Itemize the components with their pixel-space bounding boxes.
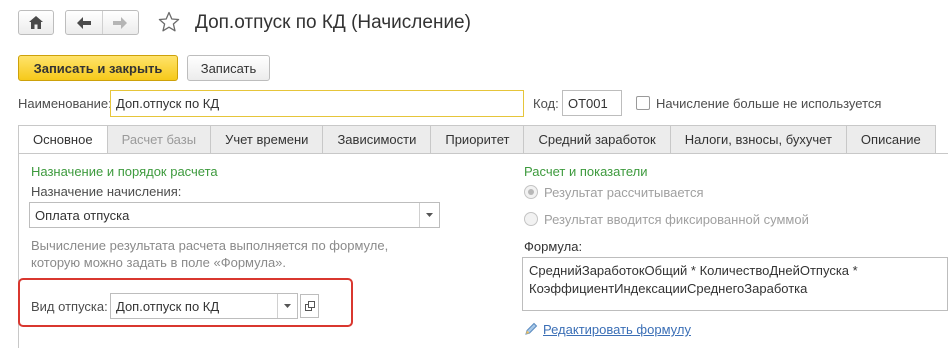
edit-formula-link[interactable]: Редактировать формулу (543, 322, 691, 337)
formula-line2: КоэффициентИндексацииСреднегоЗаработка (529, 281, 808, 296)
chevron-down-icon (426, 213, 433, 217)
vacation-type-label: Вид отпуска: (31, 299, 108, 314)
formula-note-line1: Вычисление результата расчета выполняетс… (31, 238, 389, 253)
vacation-type-select[interactable]: Доп.отпуск по КД (110, 293, 298, 319)
formula-line1: СреднийЗаработокОбщий * КоличествоДнейОт… (529, 263, 858, 278)
purpose-section-title: Назначение и порядок расчета (31, 164, 218, 179)
chevron-down-icon (284, 304, 291, 308)
tab-dependencies[interactable]: Зависимости (323, 125, 432, 154)
tab-bar: Основное Расчет базы Учет времени Зависи… (18, 125, 936, 154)
save-and-close-button[interactable]: Записать и закрыть (18, 55, 178, 81)
page-title: Доп.отпуск по КД (Начисление) (195, 12, 471, 33)
open-window-icon (304, 301, 315, 311)
formula-field[interactable]: СреднийЗаработокОбщий * КоличествоДнейОт… (522, 257, 948, 311)
favorite-button[interactable] (158, 11, 182, 35)
tab-main[interactable]: Основное (18, 125, 108, 154)
purpose-label: Назначение начисления: (31, 184, 182, 199)
purpose-select[interactable]: Оплата отпуска (29, 202, 440, 228)
code-label: Код: (533, 96, 559, 111)
calculation-section-title: Расчет и показатели (524, 164, 648, 179)
tab-base-calculation[interactable]: Расчет базы (107, 125, 212, 154)
tab-taxes-accounting[interactable]: Налоги, взносы, бухучет (670, 125, 847, 154)
formula-label: Формула: (524, 239, 583, 254)
vacation-type-open-button[interactable] (300, 294, 319, 318)
radio-result-calculated-label: Результат рассчитывается (544, 185, 704, 200)
home-button[interactable] (18, 10, 54, 35)
home-icon (29, 16, 43, 29)
vacation-type-value: Доп.отпуск по КД (116, 298, 220, 314)
radio-result-calculated[interactable] (524, 185, 538, 199)
not-used-label: Начисление больше не используется (656, 96, 882, 111)
tab-panel-border (18, 153, 948, 154)
name-label: Наименование: (18, 96, 112, 111)
tab-time-accounting[interactable]: Учет времени (211, 125, 324, 154)
arrow-right-icon (113, 16, 128, 29)
history-nav (65, 10, 139, 35)
tab-description[interactable]: Описание (846, 125, 936, 154)
radio-result-fixed[interactable] (524, 212, 538, 226)
not-used-checkbox[interactable] (636, 96, 650, 110)
forward-button[interactable] (101, 11, 138, 34)
star-icon (158, 11, 180, 32)
vacation-type-dropdown-button[interactable] (277, 294, 297, 318)
tab-priority[interactable]: Приоритет (431, 125, 525, 154)
back-button[interactable] (66, 11, 102, 34)
arrow-left-icon (76, 16, 91, 29)
edit-formula-icon (524, 322, 538, 339)
purpose-dropdown-button[interactable] (419, 203, 439, 227)
code-field[interactable]: ОТ001 (562, 90, 622, 116)
name-field[interactable]: Доп.отпуск по КД (110, 90, 524, 117)
tab-average-earnings[interactable]: Средний заработок (524, 125, 671, 154)
purpose-select-value: Оплата отпуска (35, 207, 130, 223)
save-button[interactable]: Записать (187, 55, 270, 81)
radio-result-fixed-label: Результат вводится фиксированной суммой (544, 212, 809, 227)
formula-note-line2: которую можно задать в поле «Формула». (31, 255, 287, 270)
